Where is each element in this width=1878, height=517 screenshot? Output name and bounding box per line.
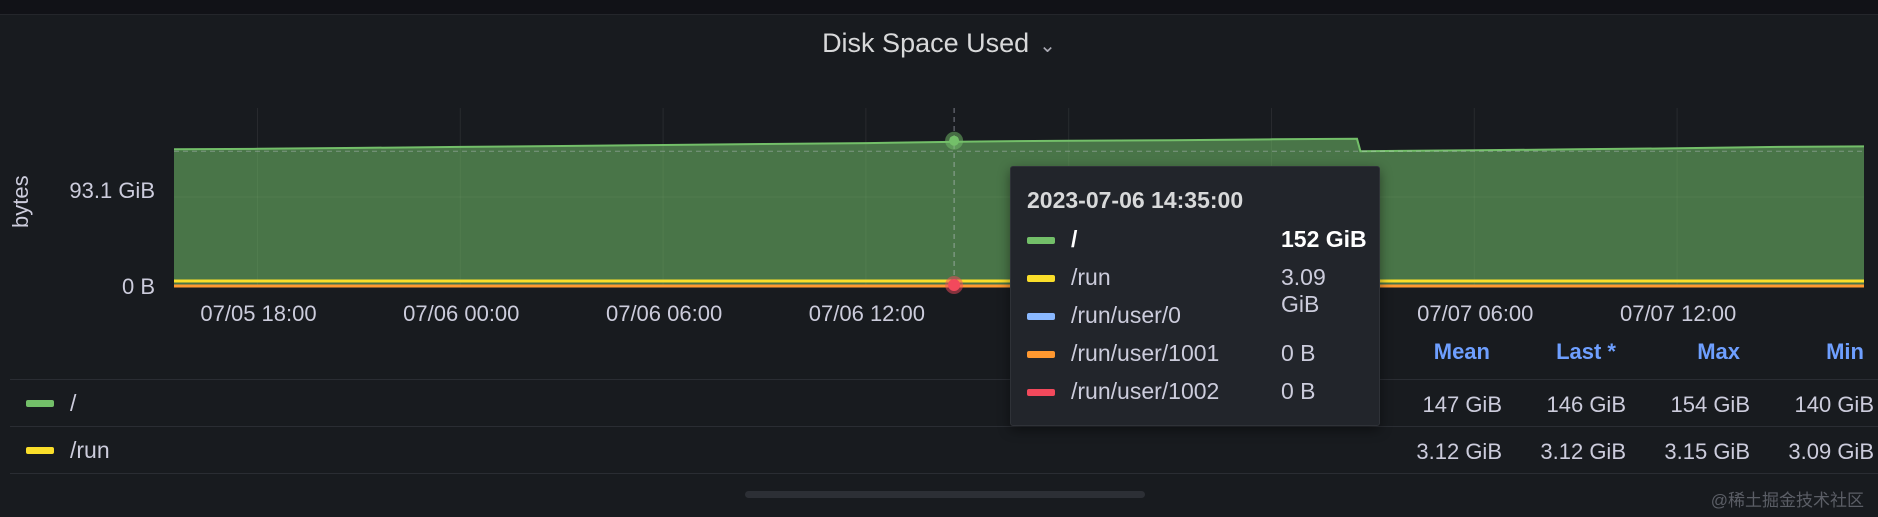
legend-series-name[interactable]: /	[70, 390, 76, 417]
tooltip-series-value: 0 B	[1281, 340, 1316, 366]
tooltip-series-name: /	[1071, 226, 1078, 252]
tooltip-swatch	[1027, 313, 1055, 320]
scrollbar[interactable]	[745, 491, 1145, 498]
legend-value-max: 154 GiB	[1670, 392, 1751, 417]
tooltip-row: /run/user/1002 0 B	[1027, 377, 1367, 407]
legend-value-max: 3.15 GiB	[1664, 439, 1750, 464]
tooltip-swatch	[1027, 237, 1055, 244]
plot-area[interactable]	[0, 0, 1878, 330]
tooltip-series-name: /run/user/0	[1071, 302, 1181, 328]
tooltip-series-name: /run/user/1002	[1071, 378, 1220, 404]
hover-point-root	[949, 135, 960, 146]
legend-row-root[interactable]: / 147 GiB 146 GiB 154 GiB 140 GiB	[10, 379, 1878, 426]
legend-swatch	[26, 447, 54, 454]
tooltip-row: /run/user/0	[1027, 301, 1367, 331]
legend-value-min: 3.09 GiB	[1788, 439, 1874, 464]
legend-value-mean: 147 GiB	[1422, 392, 1503, 417]
hover-point-user-1002	[948, 279, 961, 291]
legend-row-run[interactable]: /run 3.12 GiB 3.12 GiB 3.15 GiB 3.09 GiB	[10, 426, 1878, 473]
legend-value-last: 3.12 GiB	[1540, 439, 1626, 464]
legend-header-min[interactable]: Min	[1744, 339, 1864, 365]
legend-divider	[10, 473, 1878, 475]
tooltip-row: /run/user/1001 0 B	[1027, 339, 1367, 369]
legend-value-last: 146 GiB	[1546, 392, 1627, 417]
legend-swatch	[26, 400, 54, 407]
tooltip-swatch	[1027, 389, 1055, 396]
legend-series-name[interactable]: /run	[70, 437, 110, 464]
legend-header-mean[interactable]: Mean	[1398, 339, 1490, 365]
tooltip-row: /run 3.09 GiB	[1027, 263, 1367, 317]
watermark: @稀土掘金技术社区	[1710, 491, 1864, 510]
legend-value-mean: 3.12 GiB	[1416, 439, 1502, 464]
tooltip-time: 2023-07-06 14:35:00	[1027, 187, 1244, 213]
tooltip-row: / 152 GiB	[1027, 225, 1367, 255]
legend-value-min: 140 GiB	[1794, 392, 1875, 417]
tooltip: 2023-07-06 14:35:00 / 152 GiB /run 3.09 …	[1010, 166, 1380, 426]
tooltip-series-name: /run	[1071, 264, 1111, 290]
tooltip-swatch	[1027, 351, 1055, 358]
tooltip-series-value: 152 GiB	[1281, 226, 1367, 252]
legend-header-last[interactable]: Last *	[1502, 339, 1616, 365]
tooltip-swatch	[1027, 275, 1055, 282]
tooltip-series-name: /run/user/1001	[1071, 340, 1220, 366]
tooltip-series-value: 0 B	[1281, 378, 1316, 404]
legend-header-max[interactable]: Max	[1620, 339, 1740, 365]
